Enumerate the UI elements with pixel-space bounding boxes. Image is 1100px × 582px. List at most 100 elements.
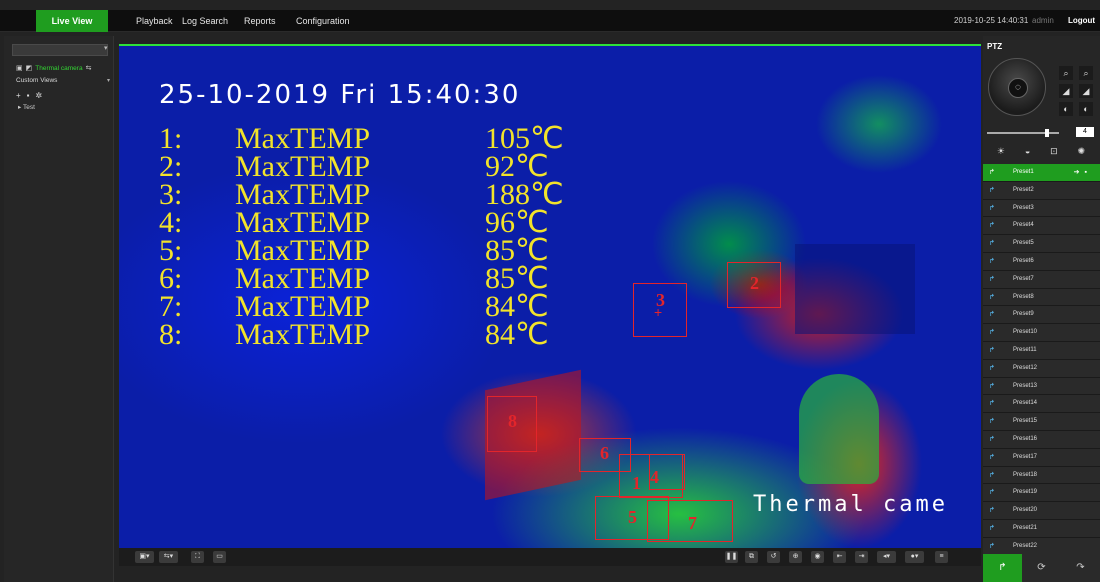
preset-item[interactable]: ↱ Preset13 [983, 377, 1100, 396]
ptz-speed-slider[interactable] [987, 129, 1059, 137]
video-view[interactable]: 25-10-2019 Fri 15:40:30 1: MaxTEMP 105℃ 2:… [119, 44, 981, 548]
preset-icon: ↱ [989, 222, 995, 230]
preset-label: Preset5 [1013, 240, 1034, 247]
tab-configuration[interactable]: Configuration [286, 10, 360, 32]
view-tools: + ▪ ✲ [16, 91, 42, 100]
preset-item[interactable]: ↱ Preset16 [983, 430, 1100, 449]
preset-item[interactable]: ↱ Preset19 [983, 484, 1100, 503]
next-icon[interactable]: ⇥ [855, 551, 868, 563]
username: admin [1032, 16, 1054, 25]
preset-item[interactable]: ↱ Preset21 [983, 519, 1100, 538]
preset-label: Preset9 [1013, 311, 1034, 318]
slider-handle[interactable] [1045, 129, 1049, 137]
channel-switch-icon[interactable]: ⇆ [86, 64, 92, 72]
preset-icon: ↱ [989, 169, 995, 176]
preset-item[interactable]: ↱ Preset4 [983, 217, 1100, 236]
preset-item[interactable]: ↱ Preset22 [983, 537, 1100, 556]
camera-row[interactable]: ▣ ◩ Thermal camera ⇆ [16, 63, 91, 73]
prev-icon[interactable]: ⇤ [833, 551, 846, 563]
tab-tour-icon[interactable]: ⟳ [1022, 554, 1061, 582]
snapshot-icon[interactable]: ◉ [811, 551, 824, 563]
ptz-center-icon[interactable]: ◌ [1008, 78, 1028, 98]
preset-icon: ↱ [989, 400, 995, 408]
delete-icon[interactable]: ▪ [27, 91, 30, 100]
microphone-icon[interactable]: ●▾ [905, 551, 924, 563]
layout-icon[interactable]: ▣▾ [135, 551, 154, 563]
preset-item[interactable]: ↱ Preset7 [983, 270, 1100, 289]
preset-icon: ↱ [989, 257, 995, 265]
preset-item[interactable]: ↱ Preset14 [983, 395, 1100, 414]
zoom-icon[interactable]: ⊕ [789, 551, 802, 563]
ptz-joystick[interactable]: ◌ [988, 58, 1046, 116]
playback-icon[interactable]: ↺ [767, 551, 780, 563]
preset-icon: ↱ [989, 542, 995, 550]
zoom-in-icon[interactable]: ⌕ [1059, 66, 1073, 80]
measure-box-7[interactable]: 7 [647, 500, 733, 542]
preset-label: Preset4 [1013, 222, 1034, 229]
app-window: Live View Playback Log Search Reports Co… [0, 0, 1100, 582]
wiper-icon[interactable]: ◒ [1025, 146, 1030, 157]
preset-item[interactable]: ↱ Preset8 [983, 288, 1100, 307]
record-icon[interactable]: ⧉ [745, 551, 758, 563]
measure-box-3[interactable]: 3 + [633, 283, 687, 337]
menu-icon[interactable]: ≡ [935, 551, 948, 563]
auto-icon[interactable]: ✺ [1078, 146, 1086, 157]
preset-label: Preset7 [1013, 275, 1034, 282]
preset-label: Preset3 [1013, 204, 1034, 211]
preset-actions-icon[interactable]: ➔▪ [1074, 164, 1092, 181]
preset-item[interactable]: ↱ Preset5 [983, 235, 1100, 253]
gear-icon[interactable]: ✲ [36, 91, 43, 100]
preset-item[interactable]: ↱ Preset6 [983, 252, 1100, 271]
preset-label: Preset13 [1013, 382, 1038, 389]
preset-item[interactable]: ↱ Preset17 [983, 448, 1100, 467]
scene-person [799, 374, 879, 484]
camera-icon: ▣ [16, 65, 23, 72]
logout-link[interactable]: Logout [1068, 10, 1095, 32]
fullscreen-icon[interactable]: ⛶ [191, 551, 204, 563]
preset-item[interactable]: ↱ Preset3 [983, 199, 1100, 218]
preset-item[interactable]: ↱ Preset20 [983, 502, 1100, 520]
custom-views-row[interactable]: Custom Views ▾ [16, 77, 110, 87]
measure-box-8[interactable]: 8 [487, 396, 537, 452]
preset-label: Preset14 [1013, 400, 1038, 407]
preset-item[interactable]: ↱ Preset1 ➔▪ [983, 164, 1100, 182]
preset-label: Preset17 [1013, 453, 1038, 460]
left-panel: ▾ ▣ ◩ Thermal camera ⇆ Custom Views ▾ + … [4, 36, 114, 582]
tab-live-view[interactable]: Live View [36, 10, 108, 32]
preset-item[interactable]: ↱ Preset11 [983, 341, 1100, 360]
audio-icon[interactable]: ◂▾ [877, 551, 896, 563]
chevron-down-icon[interactable]: ▾ [107, 77, 110, 84]
preset-label: Preset18 [1013, 471, 1038, 478]
preset-item[interactable]: ↱ Preset9 [983, 306, 1100, 325]
measure-box-4[interactable]: 4 [649, 454, 685, 490]
iris-open-icon[interactable]: ◐ [1059, 102, 1073, 116]
3d-zoom-icon[interactable]: ⊡ [1050, 146, 1058, 157]
tab-reports[interactable]: Reports [234, 10, 286, 32]
preset-label: Preset22 [1013, 542, 1038, 549]
preset-icon: ↱ [989, 489, 995, 497]
stream-icon[interactable]: ⇆▾ [159, 551, 178, 563]
search-input[interactable] [12, 44, 108, 56]
tab-presets-icon[interactable]: ↱ [983, 554, 1022, 582]
preset-item[interactable]: ↱ Preset2 [983, 181, 1100, 200]
preset-item[interactable]: ↱ Preset15 [983, 413, 1100, 431]
focus-near-icon[interactable]: ◢ [1059, 84, 1073, 98]
tab-pattern-icon[interactable]: ↷ [1061, 554, 1100, 582]
light-icon[interactable]: ☀ [997, 146, 1005, 157]
preset-label: Preset6 [1013, 257, 1034, 264]
tree-item-test[interactable]: ▸ Test [18, 103, 35, 111]
collapse-icon[interactable]: ▾ [104, 44, 108, 52]
add-icon[interactable]: + [16, 91, 21, 100]
measure-box-2[interactable]: 2 [727, 262, 781, 308]
window-icon[interactable]: ▭ [213, 551, 226, 563]
osd-camera-label: Thermal came [753, 492, 948, 517]
preset-item[interactable]: ↱ Preset12 [983, 359, 1100, 378]
iris-close-icon[interactable]: ◐ [1079, 102, 1093, 116]
focus-far-icon[interactable]: ◢ [1079, 84, 1093, 98]
preset-item[interactable]: ↱ Preset18 [983, 466, 1100, 485]
zoom-out-icon[interactable]: ⌕ [1079, 66, 1093, 80]
pause-icon[interactable]: ❚❚ [725, 551, 738, 563]
tab-log-search[interactable]: Log Search [172, 10, 238, 32]
preset-item[interactable]: ↱ Preset10 [983, 324, 1100, 342]
preset-icon: ↱ [989, 453, 995, 461]
